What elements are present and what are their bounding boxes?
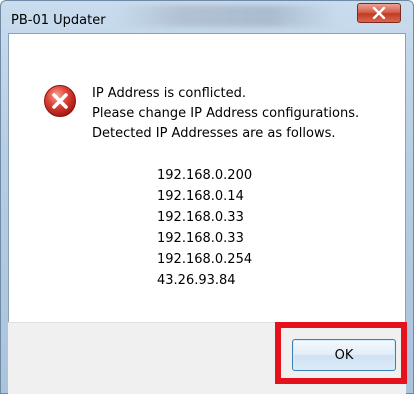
message-line-1: IP Address is conflicted. (92, 86, 246, 101)
window-title: PB-01 Updater (11, 13, 106, 28)
close-icon (372, 7, 386, 19)
blurred-background-strip (116, 5, 336, 27)
ip-address-item: 192.168.0.33 (157, 210, 244, 225)
ip-address-item: 192.168.0.200 (157, 168, 253, 183)
message-line-2: Please change IP Address configurations. (92, 106, 360, 121)
ok-button[interactable]: OK (292, 339, 396, 371)
error-icon (44, 85, 76, 117)
close-button[interactable] (357, 3, 401, 23)
ip-address-item: 192.168.0.254 (157, 252, 253, 267)
ip-address-item: 43.26.93.84 (157, 273, 236, 288)
message-line-3: Detected IP Addresses are as follows. (92, 126, 336, 141)
ip-address-item: 192.168.0.33 (157, 231, 244, 246)
ip-address-item: 192.168.0.14 (157, 189, 244, 204)
